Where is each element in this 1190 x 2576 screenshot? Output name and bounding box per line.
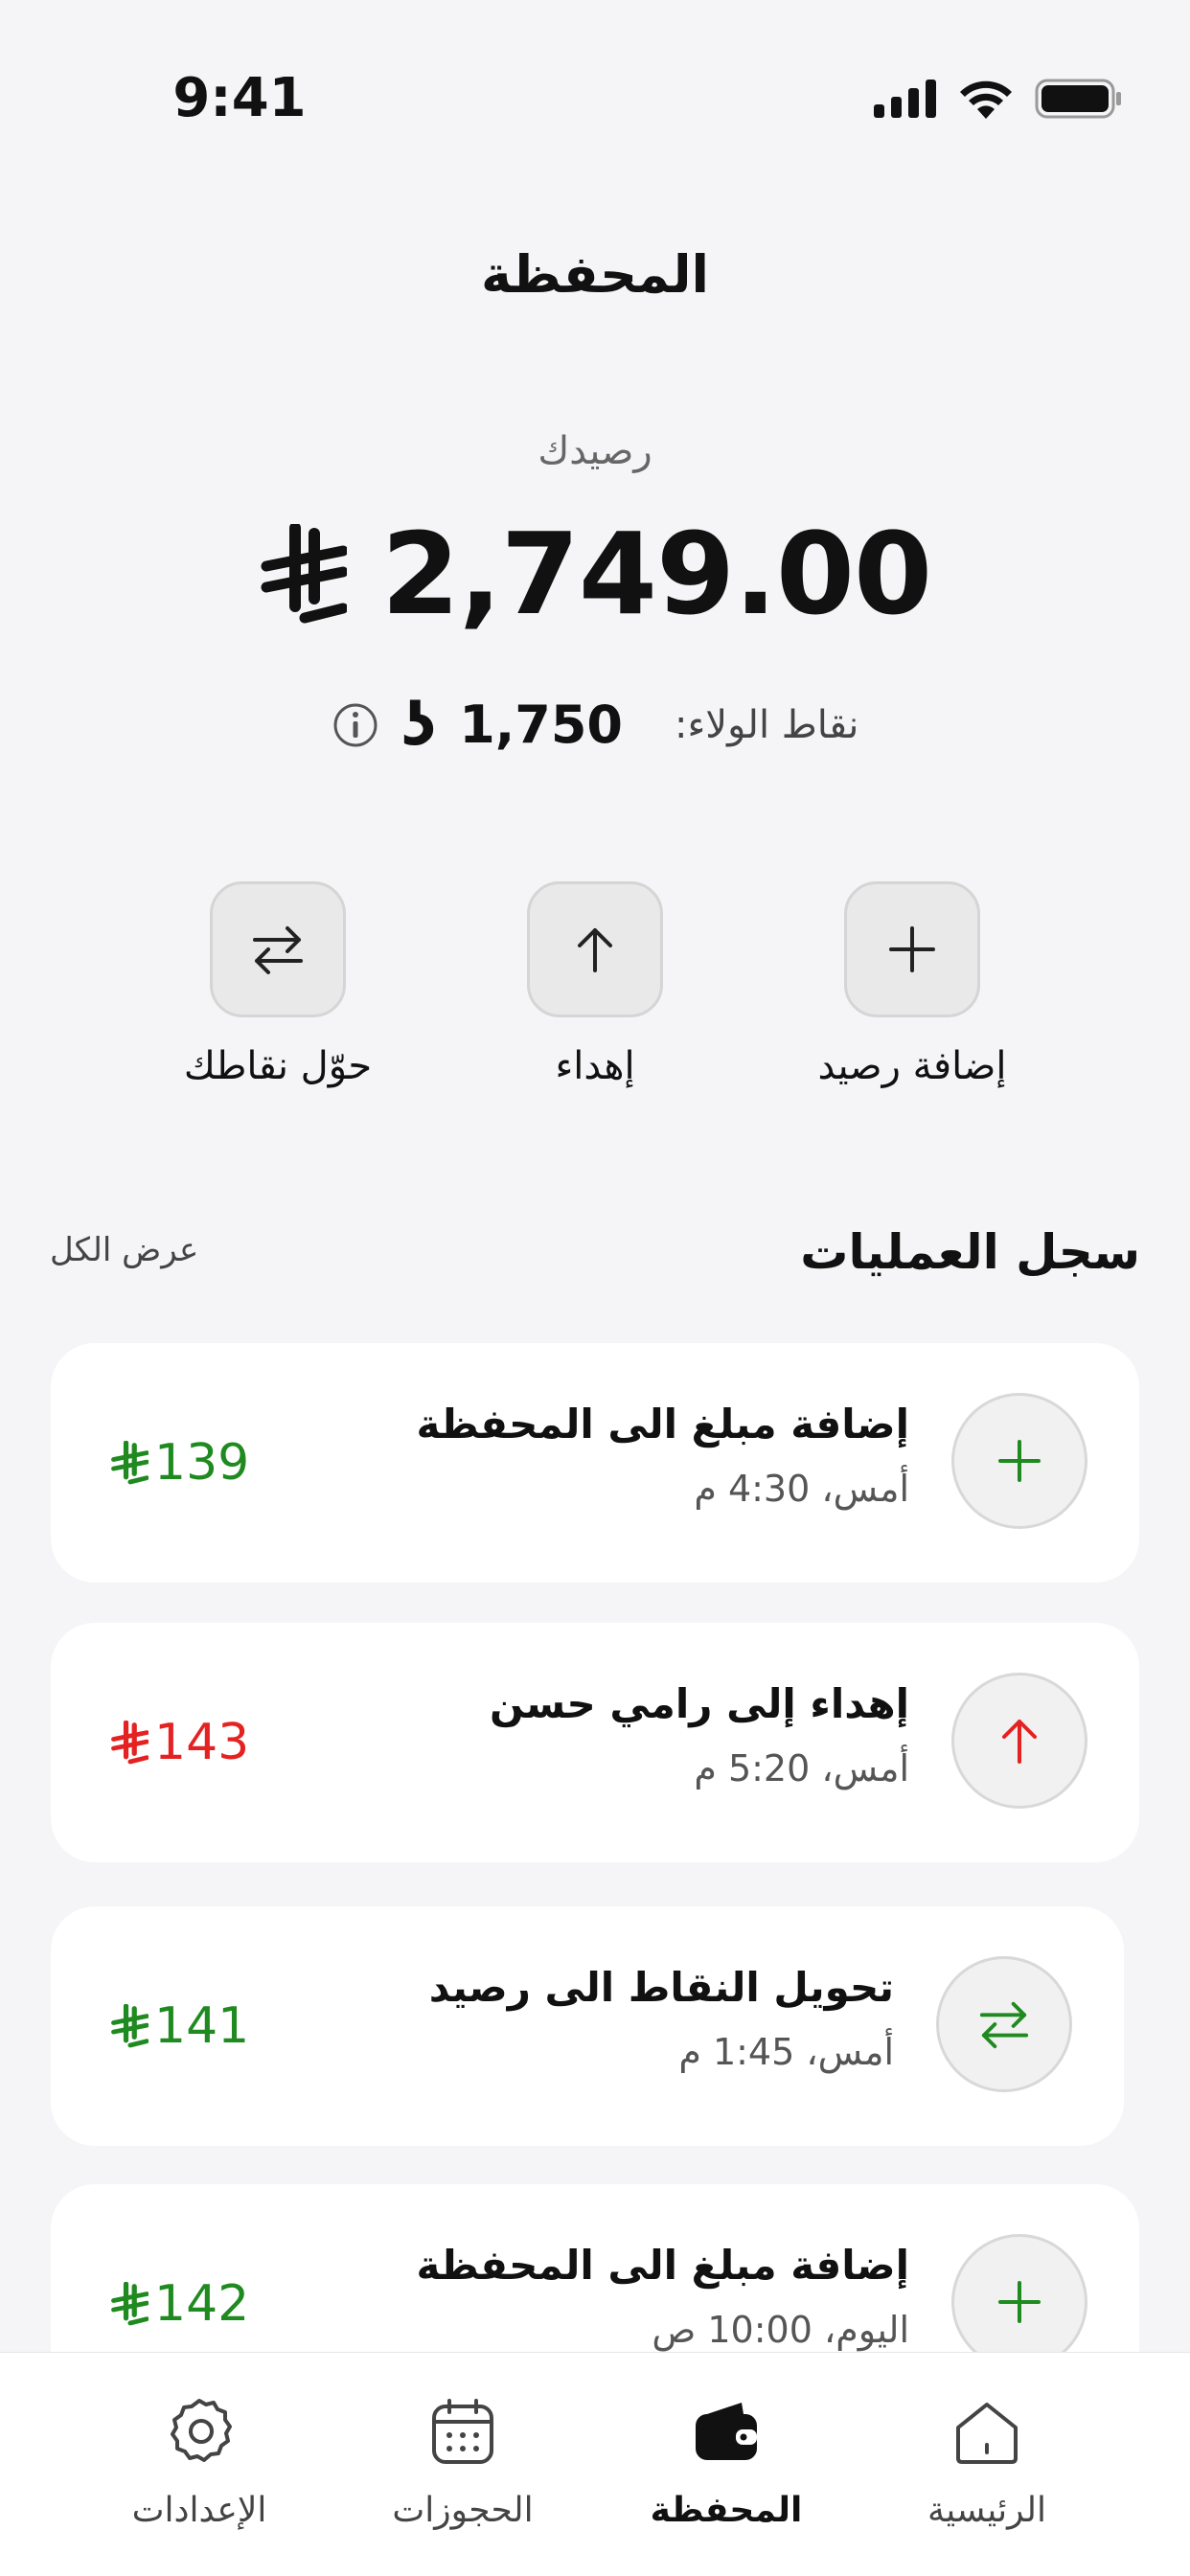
nav-item-home[interactable]: الرئيسية xyxy=(881,2389,1092,2530)
transaction-time: أمس، 5:20 م xyxy=(694,1747,909,1790)
balance-amount: 2,749.00 xyxy=(380,508,932,640)
loyalty-points-value: 1,750 xyxy=(459,695,623,755)
gift-action[interactable]: إهداء xyxy=(442,881,748,1088)
transaction-amount-value: 143 xyxy=(154,1714,250,1771)
nav-label-home: الرئيسية xyxy=(927,2491,1046,2530)
history-title: سجل العمليات xyxy=(800,1224,1140,1280)
arrow-up-icon xyxy=(578,928,612,972)
gift-button[interactable] xyxy=(527,881,663,1017)
swap-icon xyxy=(979,2001,1029,2049)
convert-points-button[interactable] xyxy=(210,881,346,1017)
gear-icon xyxy=(171,2399,232,2462)
status-time: 9:41 xyxy=(172,67,307,129)
page-title: المحفظة xyxy=(480,244,710,305)
transaction-title: إضافة مبلغ الى المحفظة xyxy=(416,2242,909,2289)
view-all-link[interactable]: عرض الكل xyxy=(50,1231,198,1269)
balance-row: 2,749.00 xyxy=(0,508,1190,640)
transaction-icon-circle xyxy=(951,2234,1087,2370)
nav-item-wallet[interactable]: المحفظة xyxy=(621,2389,832,2530)
signal-icon xyxy=(874,80,936,118)
transaction-amount-value: 139 xyxy=(154,1434,250,1492)
calendar-icon xyxy=(432,2399,493,2464)
add-balance-button[interactable] xyxy=(844,881,980,1017)
convert-points-label: حوّل نقاطك xyxy=(183,1044,373,1088)
info-icon[interactable] xyxy=(332,701,379,749)
swap-icon xyxy=(253,926,303,974)
home-icon xyxy=(956,2403,1018,2464)
riyal-icon xyxy=(111,1441,149,1485)
transaction-icon-circle xyxy=(951,1393,1087,1529)
arrow-up-icon xyxy=(1002,1720,1037,1764)
convert-points-action[interactable]: حوّل نقاطك xyxy=(125,881,431,1088)
transaction-title: إضافة مبلغ الى المحفظة xyxy=(416,1401,909,1448)
transaction-time: اليوم، 10:00 ص xyxy=(652,2309,909,2351)
transaction-amount-value: 142 xyxy=(154,2275,250,2333)
plus-icon xyxy=(889,926,935,972)
transaction-card[interactable]: تحويل النقاط الى رصيد أمس، 1:45 م 141 xyxy=(51,1906,1124,2146)
transaction-icon-circle xyxy=(951,1673,1087,1809)
status-icons xyxy=(874,79,1123,119)
nav-label-bookings: الحجوزات xyxy=(392,2491,534,2530)
riyal-icon xyxy=(259,524,347,624)
wallet-icon xyxy=(696,2403,757,2460)
battery-icon xyxy=(1035,79,1121,119)
transaction-title: تحويل النقاط الى رصيد xyxy=(428,1964,894,2011)
transaction-time: أمس، 4:30 م xyxy=(694,1468,909,1510)
riyal-icon xyxy=(111,1721,149,1765)
nav-item-bookings[interactable]: الحجوزات xyxy=(357,2389,568,2530)
nav-item-settings[interactable]: الإعدادات xyxy=(94,2389,305,2530)
add-balance-action[interactable]: إضافة رصيد xyxy=(759,881,1065,1088)
loyalty-row: ʖ 1,750 نقاط الولاء: xyxy=(0,690,1190,760)
transaction-title: إهداء إلى رامي حسن xyxy=(489,1680,909,1727)
wifi-icon xyxy=(960,80,1012,119)
add-balance-label: إضافة رصيد xyxy=(817,1044,1007,1088)
transaction-amount: 143 xyxy=(110,1714,249,1771)
transaction-time: أمس، 1:45 م xyxy=(678,2031,894,2073)
transaction-amount: 139 xyxy=(110,1434,249,1492)
bottom-nav: الرئيسية المحفظة الحجوزات الإعدادات xyxy=(0,2352,1190,2576)
plus-icon xyxy=(998,1440,1041,1482)
transaction-icon-circle xyxy=(936,1956,1072,2092)
loyalty-points-symbol: ʖ xyxy=(401,690,437,760)
transaction-card[interactable]: إهداء إلى رامي حسن أمس، 5:20 م 143 xyxy=(51,1623,1139,1862)
transaction-amount-value: 141 xyxy=(154,1997,250,2055)
plus-icon xyxy=(998,2281,1041,2323)
riyal-icon xyxy=(111,2004,149,2048)
loyalty-points-label: نقاط الولاء: xyxy=(675,702,859,747)
transaction-card[interactable]: إضافة مبلغ الى المحفظة أمس، 4:30 م 139 xyxy=(51,1343,1139,1583)
nav-label-settings: الإعدادات xyxy=(131,2491,267,2530)
transaction-amount: 142 xyxy=(110,2275,249,2333)
riyal-icon xyxy=(111,2282,149,2326)
transaction-amount: 141 xyxy=(110,1997,249,2055)
gift-label: إهداء xyxy=(555,1044,635,1088)
balance-label: رصيدك xyxy=(538,429,652,473)
nav-label-wallet: المحفظة xyxy=(650,2491,803,2530)
